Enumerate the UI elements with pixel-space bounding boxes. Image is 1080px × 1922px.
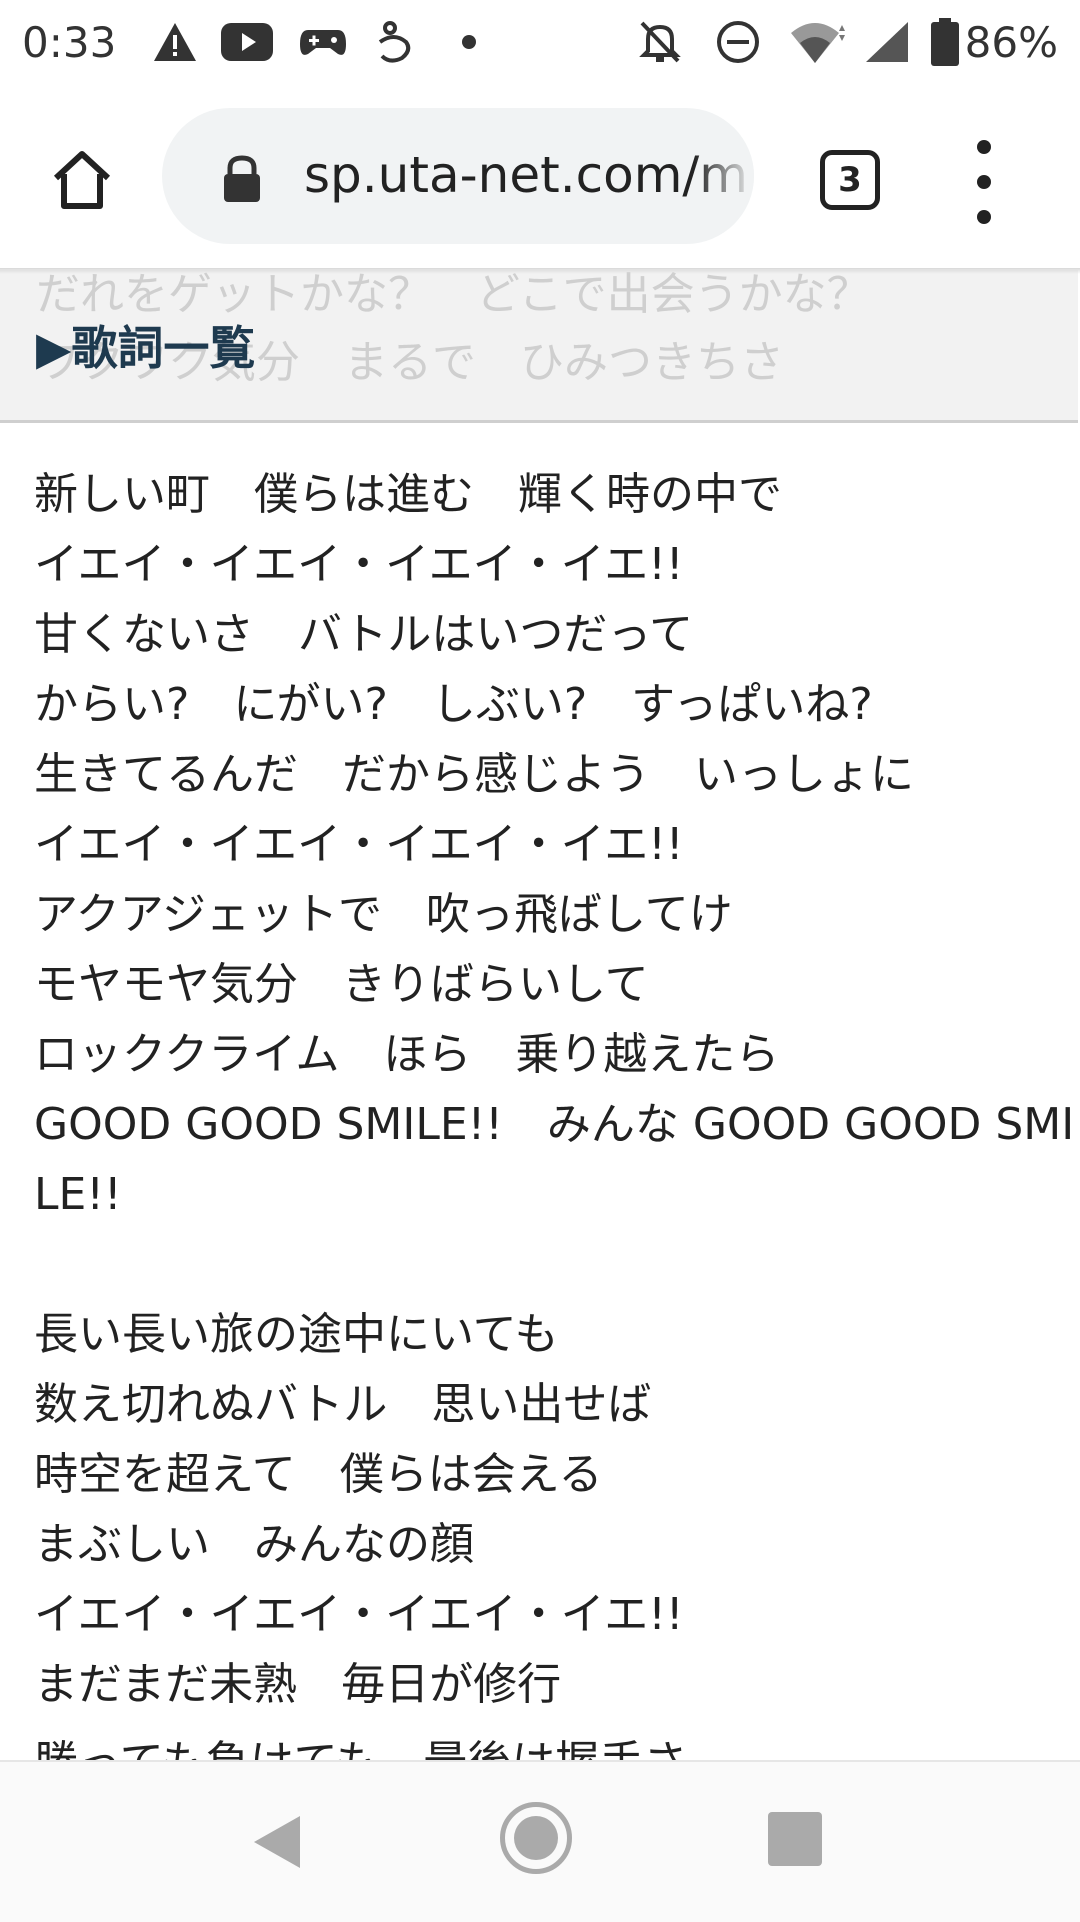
home-circle-icon — [514, 1816, 558, 1860]
lyric-line: イエイ・イエイ・イエイ・イエ!! — [34, 819, 684, 870]
url-fade — [694, 108, 754, 244]
lyric-line: 数え切れぬバトル 思い出せば — [34, 1379, 652, 1430]
status-time: 0:33 — [22, 18, 117, 67]
lyric-line: 時空を超えて 僕らは会える — [34, 1449, 603, 1500]
lyric-line: からい? にがい? しぶい? すっぱいね? — [34, 679, 873, 730]
menu-dot-icon — [977, 210, 991, 224]
home-nav-button[interactable] — [500, 1802, 572, 1874]
home-button[interactable] — [40, 138, 124, 222]
lyric-line: LE!! — [34, 1169, 122, 1220]
lyrics-body: 新しい町 僕らは進む 輝く時の中で イエイ・イエイ・イエイ・イエ!! 甘くないさ… — [34, 460, 1075, 1720]
menu-dot-icon — [977, 140, 991, 154]
lyric-line: イエイ・イエイ・イエイ・イエ!! — [34, 1589, 684, 1640]
lyric-line: 長い長い旅の途中にいても — [34, 1309, 559, 1360]
youtube-icon — [220, 16, 274, 68]
tab-switcher-button[interactable]: 3 — [820, 150, 880, 210]
lyric-line: アクアジェットで 吹っ飛ばしてけ — [34, 889, 733, 940]
browser-toolbar: sp.uta-net.com/m 3 — [0, 90, 1080, 270]
lyric-line: モヤモヤ気分 きりばらいして — [34, 959, 649, 1010]
back-icon[interactable] — [250, 1814, 302, 1870]
stanza-gap — [34, 1230, 1044, 1300]
address-bar[interactable]: sp.uta-net.com/m — [162, 108, 754, 244]
url-text: sp.uta-net.com/m — [304, 146, 748, 204]
warning-icon — [150, 16, 200, 68]
lyric-line: 甘くないさ バトルはいつだって — [34, 609, 694, 660]
lyric-line: GOOD GOOD SMILE!! みんな GOOD GOOD SMI — [34, 1099, 1075, 1150]
lyric-line: まぶしい みんなの顔 — [34, 1519, 474, 1570]
lyrics-index-header[interactable]: だれをゲットかな？ どこで出会うかな？ ワクワク気分 まるで ひみつきちさ ▶歌… — [0, 270, 1078, 423]
signal-icon — [862, 16, 912, 68]
dot-icon — [458, 16, 480, 68]
battery-percent: 86% — [964, 18, 1058, 67]
battery-icon — [928, 16, 962, 68]
lyric-line: 新しい町 僕らは進む 輝く時の中で — [34, 469, 782, 520]
menu-button[interactable] — [964, 140, 1004, 224]
navigation-bar — [0, 1760, 1080, 1922]
lock-icon — [224, 155, 260, 202]
wifi-icon — [786, 16, 850, 68]
lyric-line: 生きてるんだ だから感じよう いっしょに — [34, 749, 914, 800]
lyrics-index-link[interactable]: ▶歌詞一覧 — [36, 312, 255, 378]
recents-button[interactable] — [768, 1812, 822, 1866]
lyric-line: ロッククライム ほら 乗り越えたら — [34, 1029, 780, 1080]
home-icon — [53, 151, 111, 209]
toolbar-shadow — [0, 268, 1080, 274]
lyric-line: まだまだ未熟 毎日が修行 — [34, 1659, 562, 1710]
notifications-off-icon — [636, 16, 684, 68]
menu-dot-icon — [977, 175, 991, 189]
lyric-line: イエイ・イエイ・イエイ・イエ!! — [34, 539, 684, 590]
dnd-icon — [714, 16, 762, 68]
app-icon — [372, 16, 416, 68]
status-bar: 0:33 86% — [0, 0, 1080, 90]
game-controller-icon — [298, 16, 348, 68]
